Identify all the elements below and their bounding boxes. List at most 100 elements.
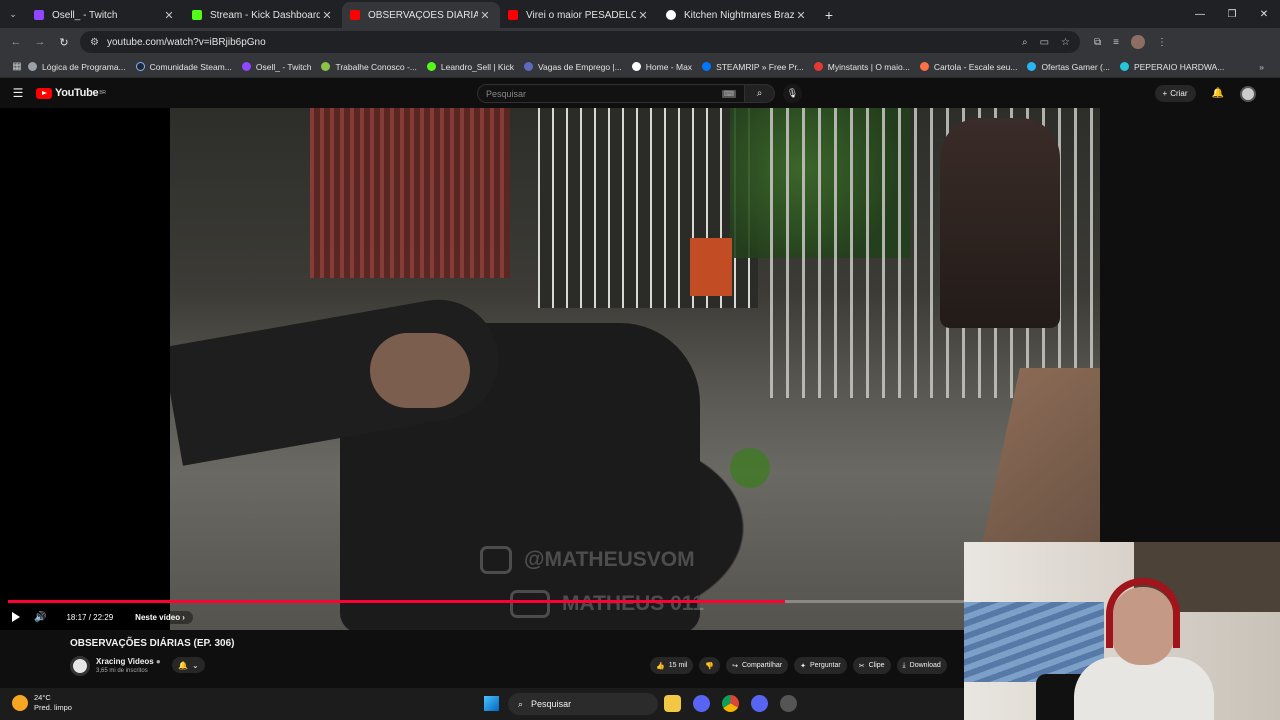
browser-tab-strip: ⌄ Osell_ - Twitch ✕ Stream - Kick Dashbo… [0, 0, 1280, 28]
bookmark-item[interactable]: Lógica de Programa... [28, 62, 126, 72]
file-explorer-icon[interactable] [664, 695, 681, 712]
like-button[interactable]: 👍 15 mil [650, 657, 694, 674]
bookmark-item[interactable]: Trabalhe Conosco -... [321, 62, 417, 72]
youtube-favicon-icon [508, 10, 518, 20]
tab-hbo[interactable]: Kitchen Nightmares Brazil • HB ✕ [658, 2, 816, 28]
new-tab-button[interactable]: + [816, 2, 842, 28]
bookmark-item[interactable]: Osell_ - Twitch [241, 62, 311, 72]
clip-label: Clipe [868, 662, 885, 669]
menu-kebab-icon[interactable]: ⋮ [1157, 37, 1167, 48]
restore-icon[interactable]: ❐ [1216, 0, 1248, 28]
search-input[interactable]: Pesquisar ⌨ [477, 84, 745, 103]
subscription-bell-button[interactable]: 🔔 ⌄ [172, 657, 205, 673]
channel-avatar[interactable] [70, 656, 90, 676]
chapter-button[interactable]: Neste vídeo › [127, 610, 193, 624]
chapter-label: Neste vídeo [135, 612, 181, 622]
chrome-icon[interactable] [722, 695, 739, 712]
close-icon[interactable]: ✕ [478, 9, 492, 22]
logo-text: YouTube [55, 87, 99, 99]
discord-icon[interactable] [751, 695, 768, 712]
screen: ⌄ Osell_ - Twitch ✕ Stream - Kick Dashbo… [0, 0, 1280, 720]
forward-arrow-icon[interactable]: → [28, 36, 52, 48]
settings-gear-icon[interactable] [780, 695, 797, 712]
tab-youtube-active[interactable]: OBSERVAÇÕES DIÁRIAS (EP. 30 ✕ [342, 2, 500, 28]
apps-grid-icon[interactable]: ▦ [6, 61, 28, 72]
account-avatar[interactable] [1240, 85, 1256, 102]
tab-title: Virei o maior PESADELO dos pi [526, 9, 636, 21]
close-icon[interactable]: ✕ [636, 9, 650, 22]
close-icon[interactable]: ✕ [162, 9, 176, 22]
voice-search-button[interactable]: 🎙 [783, 84, 802, 103]
discord-icon[interactable] [693, 695, 710, 712]
notifications-bell-icon[interactable]: 🔔 [1212, 88, 1224, 99]
keyboard-icon[interactable]: ⌨ [721, 89, 736, 98]
max-favicon-icon [631, 62, 641, 71]
url-text: youtube.com/watch?v=iBRjib6pGno [106, 36, 266, 48]
play-icon[interactable] [12, 612, 20, 622]
close-window-icon[interactable]: ✕ [1248, 0, 1280, 28]
close-icon[interactable]: ✕ [320, 9, 334, 22]
site-info-icon[interactable]: ⚙ [90, 37, 99, 48]
progress-bar[interactable] [8, 600, 964, 603]
search-button[interactable]: ⌕ [745, 84, 775, 103]
channel-name[interactable]: Xracing Videos ● [96, 657, 161, 666]
bookmark-star-icon[interactable]: ☆ [1061, 37, 1070, 48]
dislike-button[interactable]: 👎 [699, 657, 721, 674]
share-button[interactable]: ↪ Compartilhar [726, 657, 789, 674]
time-display: 18:17 / 22:29 [58, 610, 122, 624]
bookmark-item[interactable]: PEPERAIO HARDWA... [1119, 62, 1224, 72]
reload-icon[interactable]: ↻ [52, 36, 76, 49]
toolbar-right: ⧉ ≡ ⋮ [1094, 35, 1167, 49]
minimize-icon[interactable]: — [1184, 0, 1216, 28]
tab-title: Stream - Kick Dashboard [210, 9, 320, 21]
media-controls-icon[interactable]: ≡ [1113, 37, 1119, 48]
extensions-icon[interactable]: ⧉ [1094, 37, 1101, 48]
kick-favicon-icon [192, 10, 202, 20]
more-bookmarks-icon[interactable]: » [1259, 62, 1264, 72]
bookmark-label: Vagas de Emprego |... [537, 61, 622, 72]
cast-icon[interactable]: ▭ [1040, 37, 1049, 48]
zoom-icon[interactable]: ⌕ [1022, 37, 1028, 48]
bookmark-label: STEAMRIP » Free Pr... [716, 61, 804, 72]
bookmark-item[interactable]: STEAMRIP » Free Pr... [702, 62, 804, 72]
search-placeholder: Pesquisar [486, 88, 527, 99]
video-meta: OBSERVAÇÕES DIÁRIAS (EP. 306) Xracing Vi… [0, 630, 964, 686]
address-bar[interactable]: ⚙ youtube.com/watch?v=iBRjib6pGno ⌕ ▭ ☆ [80, 31, 1080, 53]
plus-icon: + [1162, 89, 1168, 98]
tab-twitch[interactable]: Osell_ - Twitch ✕ [26, 2, 184, 28]
tab-kick[interactable]: Stream - Kick Dashboard ✕ [184, 2, 342, 28]
bookmark-item[interactable]: Vagas de Emprego |... [523, 61, 622, 72]
youtube-logo[interactable]: YouTube BR [36, 87, 106, 99]
bookmark-item[interactable]: Home - Max [631, 62, 692, 72]
volume-icon[interactable]: 🔊 [34, 612, 46, 623]
browser-toolbar: ← → ↻ ⚙ youtube.com/watch?v=iBRjib6pGno … [0, 28, 1280, 56]
back-arrow-icon[interactable]: ← [4, 36, 28, 48]
windows-start-icon[interactable] [484, 696, 499, 711]
tab-search-chevron-icon[interactable]: ⌄ [0, 0, 26, 28]
sparkle-icon: ✦ [800, 662, 806, 670]
create-button[interactable]: + Criar [1154, 85, 1196, 102]
subscriber-count: 3,65 mi de inscritos [96, 668, 148, 674]
taskbar-search[interactable]: ⌕ Pesquisar [508, 693, 658, 715]
bookmark-item[interactable]: Leandro_Sell | Kick [426, 62, 514, 72]
clip-button[interactable]: ✂ Clipe [852, 657, 891, 674]
video-frame[interactable]: @MATHEUSVOM MATHEUS 011 [170, 108, 1100, 630]
bookmark-item[interactable]: Myinstants | O maio... [813, 61, 910, 72]
tab-youtube-2[interactable]: Virei o maior PESADELO dos pi ✕ [500, 2, 658, 28]
weather-widget[interactable]: 24°C Pred. limpo [12, 693, 72, 713]
download-button[interactable]: ⤓ Download [896, 657, 947, 674]
hamburger-menu-icon[interactable]: ☰ [0, 86, 36, 100]
bookmarks-bar: ▦ Lógica de Programa... Comunidade Steam… [0, 56, 1280, 78]
bookmark-label: Comunidade Steam... [149, 61, 232, 72]
bookmark-item[interactable]: Comunidade Steam... [135, 61, 232, 72]
chevron-down-icon: ⌄ [191, 660, 199, 670]
bookmark-favicon-icon [702, 62, 712, 71]
bookmark-label: Myinstants | O maio... [827, 61, 910, 72]
twitch-favicon-icon [34, 10, 44, 20]
profile-avatar[interactable] [1130, 35, 1145, 49]
bookmark-item[interactable]: Cartola - Escale seu... [919, 62, 1017, 72]
bookmark-label: Ofertas Gamer (... [1041, 61, 1110, 72]
bookmark-item[interactable]: Ofertas Gamer (... [1027, 62, 1110, 72]
close-icon[interactable]: ✕ [794, 9, 808, 22]
ask-button[interactable]: ✦ Perguntar [794, 657, 847, 674]
